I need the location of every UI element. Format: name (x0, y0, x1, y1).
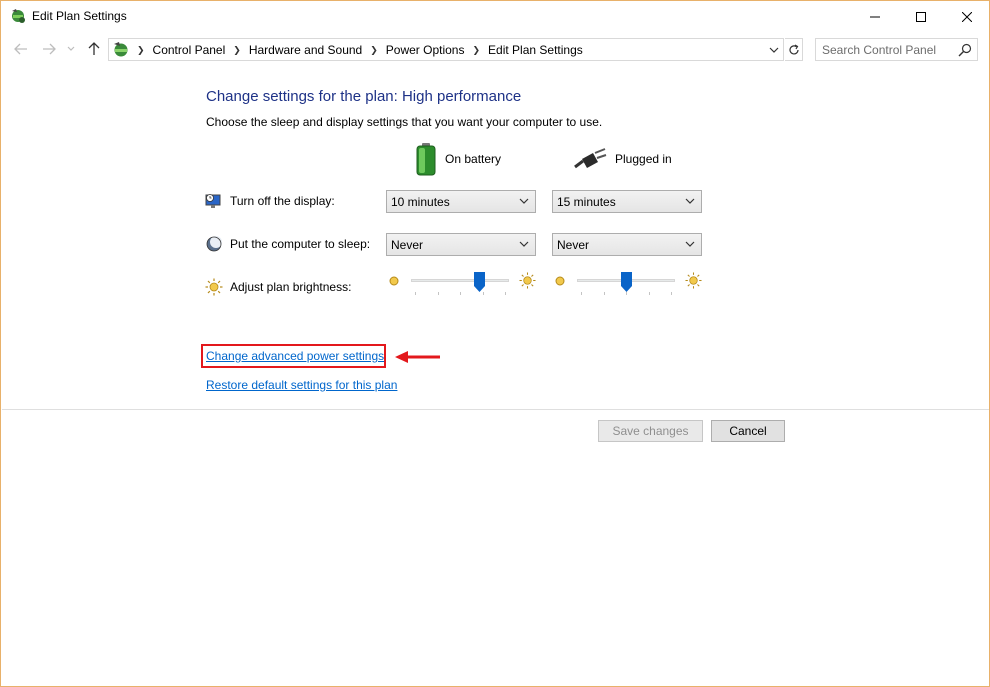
moon-sleep-icon (206, 236, 222, 252)
chevron-down-icon (685, 241, 695, 247)
power-plug-icon (574, 148, 607, 169)
divider (2, 409, 989, 410)
slider-ticks (577, 292, 675, 296)
breadcrumb: ❯ Control Panel ❯ Hardware and Sound ❯ P… (133, 43, 583, 57)
back-button[interactable] (12, 40, 30, 58)
back-arrow-icon (14, 43, 27, 55)
sleep-timeout-battery-value: Never (391, 237, 424, 252)
turn-off-display-label: Turn off the display: (230, 194, 335, 208)
monitor-clock-icon (205, 194, 221, 208)
annotation-arrow-icon (395, 351, 440, 363)
chevron-right-icon[interactable]: ❯ (233, 45, 241, 56)
breadcrumb-hardware-and-sound[interactable]: Hardware and Sound (249, 43, 362, 57)
chevron-down-icon (67, 46, 75, 51)
minimize-icon (870, 16, 880, 17)
slider-tick (460, 292, 461, 295)
plugged-in-label: Plugged in (615, 152, 672, 166)
sun-icon (205, 278, 223, 296)
sleep-timeout-battery-select[interactable]: Never (386, 233, 536, 256)
bright-brightness-icon (519, 272, 536, 289)
chevron-right-icon[interactable]: ❯ (370, 45, 378, 56)
display-timeout-plugged-select[interactable]: 15 minutes (552, 190, 702, 213)
change-advanced-power-settings-link[interactable]: Change advanced power settings (206, 349, 384, 363)
slider-tick (626, 292, 627, 295)
display-timeout-plugged-value: 15 minutes (557, 194, 616, 209)
chevron-down-icon (519, 241, 529, 247)
slider-tick (437, 292, 439, 295)
on-battery-label: On battery (445, 152, 502, 166)
brightness-battery-slider[interactable] (386, 271, 536, 297)
forward-arrow-icon (43, 43, 56, 55)
brightness-row: Adjust plan brightness: (205, 277, 351, 297)
power-options-icon (12, 9, 25, 23)
display-timeout-battery-select[interactable]: 10 minutes (386, 190, 536, 213)
chevron-down-icon (685, 198, 695, 204)
brightness-plugged-slider[interactable] (552, 271, 702, 297)
search-icon[interactable] (958, 43, 972, 57)
chevron-right-icon: ❯ (137, 44, 145, 55)
save-changes-button[interactable]: Save changes (598, 420, 703, 442)
slider-tick (671, 292, 672, 295)
recent-locations-button[interactable] (64, 40, 78, 58)
slider-ticks (411, 292, 509, 296)
chevron-down-icon (769, 47, 779, 53)
breadcrumb-control-panel[interactable]: Control Panel (153, 43, 226, 57)
refresh-button[interactable] (785, 38, 803, 61)
search-input[interactable] (822, 43, 952, 57)
up-arrow-icon (88, 42, 100, 55)
navigation-bar: ❯ Control Panel ❯ Hardware and Sound ❯ P… (1, 36, 989, 62)
plugged-in-column-header: Plugged in (573, 142, 672, 176)
address-history-button[interactable] (767, 43, 781, 57)
slider-track[interactable] (411, 279, 509, 282)
chevron-down-icon (519, 198, 529, 204)
bright-brightness-icon (685, 272, 702, 289)
on-battery-column-header: On battery (415, 142, 501, 176)
turn-off-display-row: Turn off the display: (205, 191, 335, 211)
breadcrumb-edit-plan-settings[interactable]: Edit Plan Settings (488, 43, 583, 57)
address-bar[interactable]: ❯ Control Panel ❯ Hardware and Sound ❯ P… (108, 38, 784, 61)
forward-button[interactable] (40, 40, 58, 58)
cancel-button[interactable]: Cancel (711, 420, 785, 442)
control-panel-icon (114, 42, 128, 57)
page-title: Change settings for the plan: High perfo… (206, 88, 522, 105)
dim-brightness-icon (389, 276, 399, 286)
brightness-label: Adjust plan brightness: (230, 280, 352, 294)
dim-brightness-icon (555, 276, 565, 286)
sleep-timeout-plugged-value: Never (557, 237, 590, 252)
slider-tick (603, 292, 605, 295)
title-bar: Edit Plan Settings (1, 1, 989, 32)
slider-tick (505, 292, 506, 295)
search-box[interactable] (815, 38, 978, 61)
sleep-row: Put the computer to sleep: (205, 234, 370, 254)
window-title: Edit Plan Settings (32, 9, 127, 23)
slider-thumb[interactable] (620, 272, 632, 292)
close-icon (962, 11, 972, 22)
restore-default-settings-link[interactable]: Restore default settings for this plan (206, 378, 397, 392)
chevron-right-icon[interactable]: ❯ (472, 45, 480, 56)
display-timeout-battery-value: 10 minutes (391, 194, 450, 209)
edit-plan-settings-window: Edit Plan Settings ❯ Control Panel ❯ Har… (0, 0, 990, 687)
slider-tick (415, 292, 416, 295)
slider-thumb[interactable] (474, 272, 486, 292)
minimize-button[interactable] (852, 1, 898, 32)
refresh-icon (788, 43, 799, 54)
page-description: Choose the sleep and display settings th… (206, 115, 603, 129)
slider-tick (482, 292, 484, 295)
slider-tick (581, 292, 582, 295)
battery-icon (416, 143, 436, 176)
breadcrumb-power-options[interactable]: Power Options (386, 43, 465, 57)
maximize-icon (916, 11, 926, 22)
up-button[interactable] (85, 40, 103, 58)
close-button[interactable] (944, 1, 990, 32)
slider-tick (648, 292, 650, 295)
sleep-label: Put the computer to sleep: (230, 237, 371, 251)
maximize-button[interactable] (898, 1, 944, 32)
sleep-timeout-plugged-select[interactable]: Never (552, 233, 702, 256)
